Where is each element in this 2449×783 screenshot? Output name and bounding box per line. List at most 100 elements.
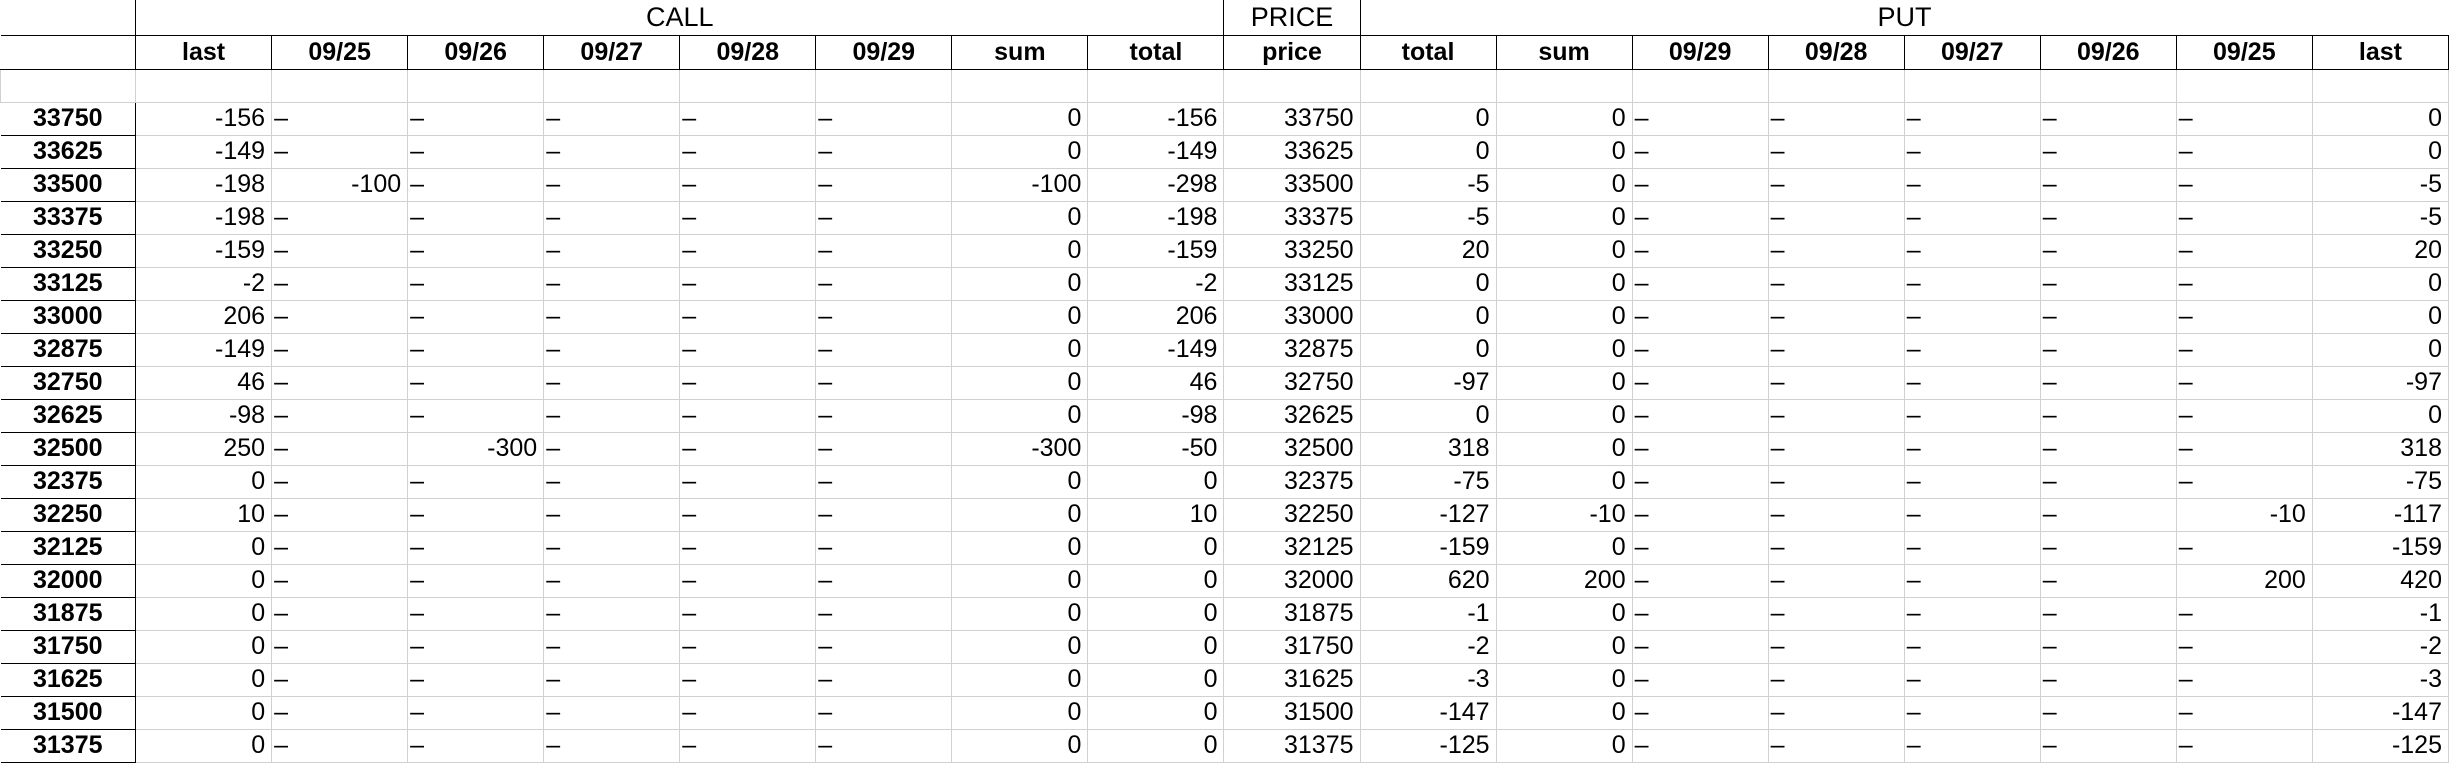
data-cell[interactable]: 46: [1087, 365, 1225, 400]
data-cell[interactable]: 33625: [1223, 134, 1361, 169]
data-cell[interactable]: –: [1903, 695, 2041, 730]
data-cell[interactable]: –: [1631, 431, 1769, 466]
data-cell[interactable]: –: [1767, 101, 1905, 136]
data-cell[interactable]: 0: [951, 695, 1089, 730]
data-cell[interactable]: –: [271, 398, 409, 433]
data-cell[interactable]: –: [407, 167, 545, 202]
row-label-cell[interactable]: 33000: [0, 299, 137, 334]
row-label-cell[interactable]: 32625: [0, 398, 137, 433]
data-cell[interactable]: 0: [2311, 134, 2449, 169]
data-cell[interactable]: –: [543, 497, 681, 532]
data-cell[interactable]: –: [271, 365, 409, 400]
data-cell[interactable]: –: [1631, 167, 1769, 202]
data-cell[interactable]: –: [1903, 332, 2041, 367]
data-cell[interactable]: -125: [2311, 728, 2449, 763]
data-cell[interactable]: 206: [135, 299, 273, 334]
data-cell[interactable]: –: [543, 662, 681, 697]
data-cell[interactable]: –: [407, 233, 545, 268]
data-cell[interactable]: –: [407, 101, 545, 136]
data-cell[interactable]: 32750: [1223, 365, 1361, 400]
data-cell[interactable]: 0: [951, 332, 1089, 367]
data-cell[interactable]: -198: [135, 200, 273, 235]
data-cell[interactable]: -2: [1087, 266, 1225, 301]
data-cell[interactable]: –: [1903, 629, 2041, 664]
data-cell[interactable]: 31375: [1223, 728, 1361, 763]
data-cell[interactable]: –: [2039, 563, 2177, 598]
data-cell[interactable]: 0: [135, 464, 273, 499]
data-cell[interactable]: –: [1631, 464, 1769, 499]
row-label-cell[interactable]: 31500: [0, 695, 137, 730]
data-cell[interactable]: –: [407, 695, 545, 730]
data-cell[interactable]: 32250: [1223, 497, 1361, 532]
data-cell[interactable]: 0: [1495, 365, 1633, 400]
data-cell[interactable]: –: [1767, 431, 1905, 466]
data-cell[interactable]: –: [815, 695, 953, 730]
data-cell[interactable]: 33250: [1223, 233, 1361, 268]
data-cell[interactable]: –: [407, 398, 545, 433]
empty-cell[interactable]: [0, 68, 137, 103]
data-cell[interactable]: –: [679, 167, 817, 202]
data-cell[interactable]: -198: [135, 167, 273, 202]
data-cell[interactable]: –: [1903, 431, 2041, 466]
data-cell[interactable]: –: [1631, 398, 1769, 433]
data-cell[interactable]: -75: [2311, 464, 2449, 499]
data-cell[interactable]: 200: [1495, 563, 1633, 598]
price-group-header[interactable]: PRICE: [1223, 0, 1361, 36]
data-cell[interactable]: –: [1903, 563, 2041, 598]
data-cell[interactable]: 31625: [1223, 662, 1361, 697]
data-cell[interactable]: –: [2039, 629, 2177, 664]
row-label-cell[interactable]: 32875: [0, 332, 137, 367]
data-cell[interactable]: 0: [1087, 662, 1225, 697]
data-cell[interactable]: 0: [951, 596, 1089, 631]
data-cell[interactable]: –: [1767, 563, 1905, 598]
data-cell[interactable]: 0: [1495, 398, 1633, 433]
data-cell[interactable]: –: [543, 365, 681, 400]
data-cell[interactable]: -5: [2311, 200, 2449, 235]
data-cell[interactable]: –: [1903, 233, 2041, 268]
empty-cell[interactable]: [271, 68, 409, 103]
data-cell[interactable]: 33000: [1223, 299, 1361, 334]
data-cell[interactable]: –: [271, 662, 409, 697]
data-cell[interactable]: –: [1767, 200, 1905, 235]
put-group-header[interactable]: PUT: [1359, 0, 2449, 36]
data-cell[interactable]: 0: [951, 266, 1089, 301]
data-cell[interactable]: -149: [135, 332, 273, 367]
data-cell[interactable]: –: [271, 134, 409, 169]
row-label-cell[interactable]: 32250: [0, 497, 137, 532]
data-cell[interactable]: 250: [135, 431, 273, 466]
empty-cell[interactable]: [1631, 68, 1769, 103]
data-cell[interactable]: –: [2175, 530, 2313, 565]
data-cell[interactable]: -98: [135, 398, 273, 433]
data-cell[interactable]: –: [2175, 299, 2313, 334]
data-cell[interactable]: -5: [1359, 200, 1497, 235]
data-cell[interactable]: -147: [2311, 695, 2449, 730]
data-cell[interactable]: –: [815, 266, 953, 301]
data-cell[interactable]: –: [1631, 299, 1769, 334]
data-cell[interactable]: 0: [1495, 464, 1633, 499]
data-cell[interactable]: –: [1631, 233, 1769, 268]
empty-cell[interactable]: [815, 68, 953, 103]
column-header-cell[interactable]: [0, 34, 137, 70]
data-cell[interactable]: -98: [1087, 398, 1225, 433]
data-cell[interactable]: 0: [2311, 266, 2449, 301]
data-cell[interactable]: 0: [1495, 431, 1633, 466]
data-cell[interactable]: -100: [951, 167, 1089, 202]
data-cell[interactable]: –: [679, 629, 817, 664]
data-cell[interactable]: –: [2175, 332, 2313, 367]
data-cell[interactable]: –: [2039, 530, 2177, 565]
data-cell[interactable]: –: [1767, 530, 1905, 565]
data-cell[interactable]: 0: [951, 464, 1089, 499]
data-cell[interactable]: –: [1903, 200, 2041, 235]
data-cell[interactable]: –: [2175, 233, 2313, 268]
data-cell[interactable]: –: [271, 266, 409, 301]
data-cell[interactable]: -75: [1359, 464, 1497, 499]
data-cell[interactable]: –: [679, 563, 817, 598]
call-group-header[interactable]: CALL: [135, 0, 1224, 36]
column-header-cell[interactable]: 09/28: [679, 34, 817, 70]
data-cell[interactable]: –: [1767, 167, 1905, 202]
data-cell[interactable]: –: [815, 299, 953, 334]
data-cell[interactable]: –: [2039, 497, 2177, 532]
empty-cell[interactable]: [1223, 68, 1361, 103]
data-cell[interactable]: –: [2175, 365, 2313, 400]
column-header-cell[interactable]: price: [1223, 34, 1361, 70]
